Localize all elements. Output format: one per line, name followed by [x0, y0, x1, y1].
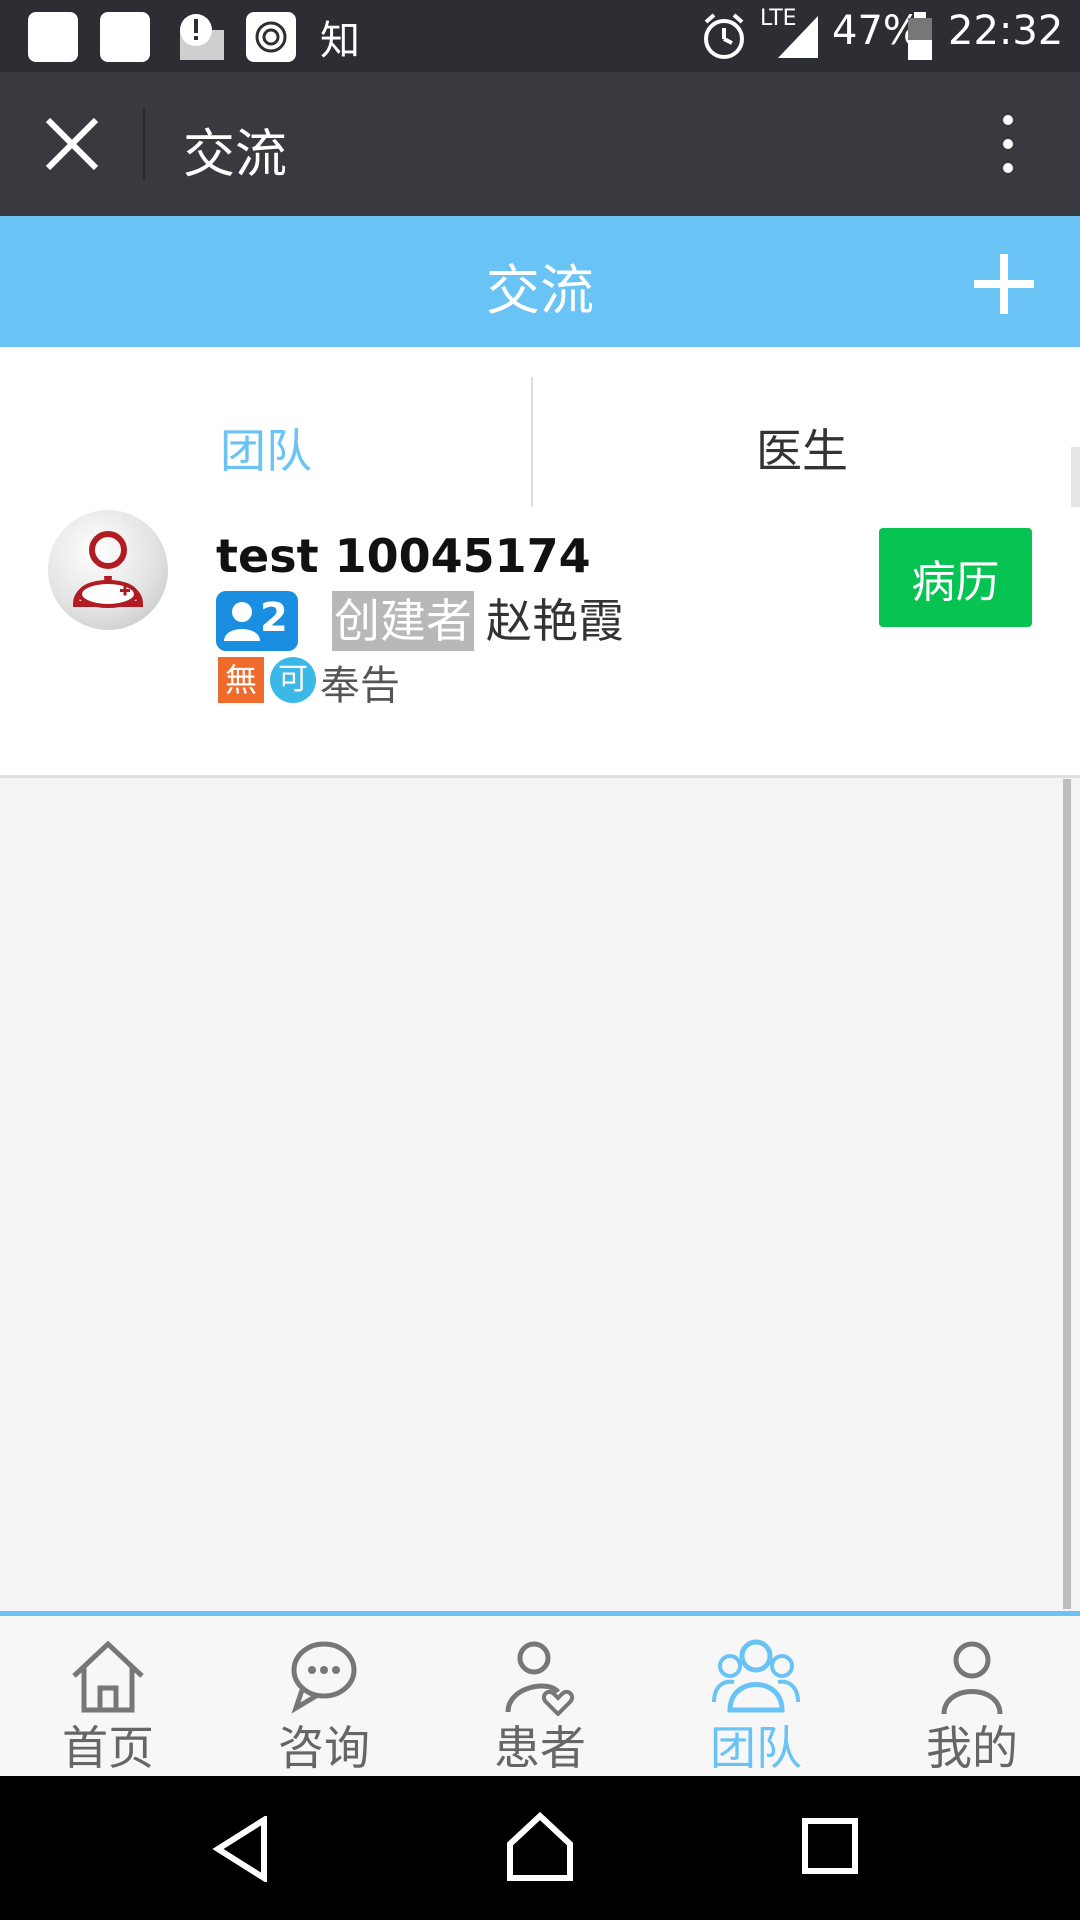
nav-label: 首页: [62, 1721, 154, 1775]
tag-text: 奉告: [320, 663, 400, 709]
nav-team[interactable]: 团队: [648, 1616, 864, 1781]
member-count: 2: [260, 595, 288, 641]
title-bar: 交流: [0, 72, 1080, 216]
scrollbar[interactable]: [1063, 779, 1071, 1609]
tag-wu-badge: 無: [218, 657, 264, 703]
nav-label: 团队: [710, 1721, 802, 1775]
alert-icon: [180, 14, 224, 60]
nav-label: 患者: [494, 1721, 586, 1775]
members-icon: [224, 602, 260, 641]
app-icon: [246, 12, 296, 62]
notification-icon: [28, 12, 78, 62]
nav-label: 咨询: [278, 1721, 370, 1775]
profile-icon: [941, 1641, 1003, 1715]
member-count-badge: 2: [216, 591, 298, 651]
app-glyph-icon: 知: [320, 18, 360, 64]
nav-home[interactable]: 首页: [0, 1616, 216, 1781]
back-icon[interactable]: [212, 1816, 272, 1882]
notification-icon: [100, 12, 150, 62]
chat-icon: [291, 1641, 357, 1714]
nav-label: 我的: [926, 1721, 1018, 1775]
tab-doctor[interactable]: 医生: [756, 415, 848, 481]
tab-bar: 团队 医生: [0, 347, 1080, 509]
team-icon: [712, 1639, 800, 1713]
alarm-icon: [704, 13, 744, 59]
system-nav-bar: [0, 1776, 1080, 1920]
home-icon: [72, 1640, 144, 1713]
medical-record-button[interactable]: 病历: [879, 528, 1032, 627]
team-card[interactable]: test 10045174 2 创建者 赵艳霞 無 可 奉告 病历: [0, 507, 1080, 778]
home-button-icon[interactable]: [506, 1812, 574, 1882]
scroll-indicator: [1071, 447, 1080, 509]
title-divider: [143, 108, 145, 180]
avatar: [48, 510, 168, 630]
nav-profile[interactable]: 我的: [864, 1616, 1080, 1781]
signal-icon: [778, 16, 818, 58]
tab-divider: [531, 377, 533, 507]
close-icon[interactable]: [40, 112, 104, 176]
doctor-icon: [72, 531, 144, 608]
more-options-icon[interactable]: [990, 108, 1026, 180]
team-name: test 10045174: [216, 529, 591, 583]
tab-team[interactable]: 团队: [220, 415, 312, 481]
battery-icon: [908, 12, 932, 60]
bottom-nav: 首页 咨询 患者 团队 我的: [0, 1611, 1080, 1781]
recents-icon[interactable]: [800, 1816, 860, 1876]
creator-name: 赵艳霞: [486, 594, 624, 648]
header-title: 交流: [486, 259, 594, 322]
patient-icon: [505, 1641, 575, 1716]
status-bar: 知 LTE 47% 22:32: [0, 0, 1080, 72]
nav-patients[interactable]: 患者: [432, 1616, 648, 1781]
clock: 22:32: [948, 8, 1064, 54]
tag-ke-badge: 可: [270, 657, 316, 703]
nav-consult[interactable]: 咨询: [216, 1616, 432, 1781]
page-title: 交流: [183, 125, 288, 185]
section-header: 交流: [0, 216, 1080, 347]
add-icon[interactable]: [972, 252, 1036, 316]
creator-label: 创建者: [332, 591, 474, 651]
